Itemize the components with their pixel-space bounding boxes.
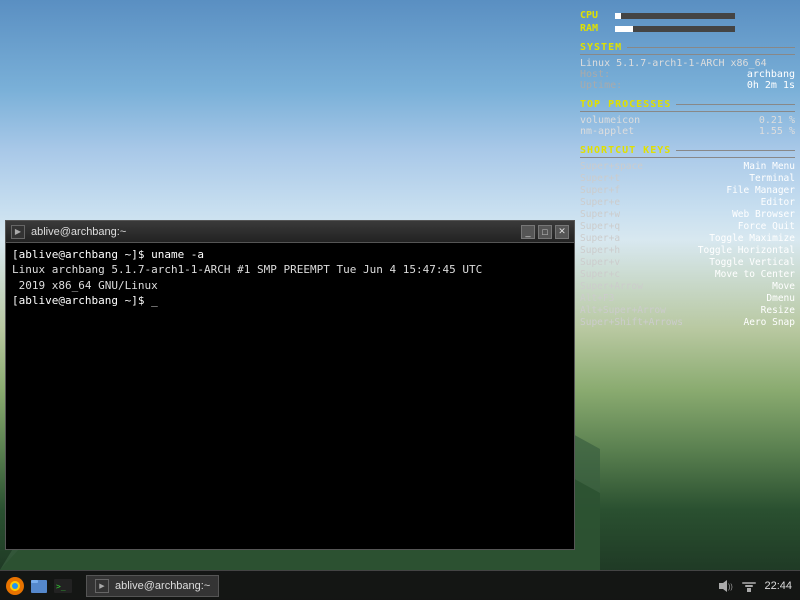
taskbar-left: >_	[0, 575, 78, 597]
system-uptime-row: Uptime: 0h 2m 1s	[580, 80, 795, 91]
host-value: archbang	[747, 69, 795, 80]
host-label: Host:	[580, 69, 610, 80]
shortcut-row-2: Super+f File Manager	[580, 185, 795, 196]
system-panel: CPU RAM SYSTEM Linux 5.1.7-arch1-1-ARCH …	[580, 10, 795, 336]
process-row-0: volumeicon 0.21 %	[580, 115, 795, 126]
volume-icon[interactable]: ))	[716, 577, 734, 595]
uptime-label: Uptime:	[580, 80, 622, 91]
term-line-1: Linux archbang 5.1.7-arch1-1-ARCH #1 SMP…	[12, 262, 568, 277]
cpu-label: CPU	[580, 10, 610, 21]
uptime-value: 0h 2m 1s	[747, 80, 795, 91]
taskbar-window-app-icon: ▶	[95, 579, 109, 593]
shortcut-row-3: Super+e Editor	[580, 197, 795, 208]
system-host-row: Host: archbang	[580, 69, 795, 80]
process-name-0: volumeicon	[580, 115, 640, 126]
shortcut-row-5: Super+q Force Quit	[580, 221, 795, 232]
cpu-bar-container	[615, 13, 735, 19]
terminal-body[interactable]: [ablive@archbang ~]$ uname -a Linux arch…	[6, 243, 574, 549]
terminal-titlebar: ▶ ablive@archbang:~ _ □ ✕	[6, 221, 574, 243]
network-icon[interactable]	[740, 577, 758, 595]
process-pct-1: 1.55 %	[759, 126, 795, 137]
minimize-button[interactable]: _	[521, 225, 535, 239]
shortcut-keys-section: SHORTCUT KEYS Super+space Main Menu Supe…	[580, 145, 795, 328]
process-pct-0: 0.21 %	[759, 115, 795, 126]
taskbar-tray: )) 22:44	[708, 577, 800, 595]
shortcut-row-1: Super+t Terminal	[580, 173, 795, 184]
shortcut-row-0: Super+space Main Menu	[580, 161, 795, 172]
shortcut-row-7: Super+h Toggle Horizontal	[580, 245, 795, 256]
terminal-window: ▶ ablive@archbang:~ _ □ ✕ [ablive@archba…	[5, 220, 575, 550]
ram-label: RAM	[580, 23, 610, 34]
term-line-0: [ablive@archbang ~]$ uname -a	[12, 247, 568, 262]
cpu-bar-fill	[615, 13, 621, 19]
shortcut-row-12: Alt+Super+Arrow Resize	[580, 305, 795, 316]
svg-text:>_: >_	[56, 582, 66, 591]
ram-bar-container	[615, 26, 735, 32]
shortcut-row-13: Super+Shift+Arrows Aero Snap	[580, 317, 795, 328]
term-line-2: 2019 x86_64 GNU/Linux	[12, 278, 568, 293]
taskbar-window-title: ablive@archbang:~	[115, 580, 210, 592]
system-header: SYSTEM	[580, 42, 795, 55]
taskbar: >_ ▶ ablive@archbang:~ ))	[0, 570, 800, 600]
process-name-1: nm-applet	[580, 126, 634, 137]
svg-text:)): ))	[728, 584, 733, 591]
shortcut-row-4: Super+w Web Browser	[580, 209, 795, 220]
system-kernel: Linux 5.1.7-arch1-1-ARCH x86_64	[580, 58, 795, 69]
taskbar-window-button[interactable]: ▶ ablive@archbang:~	[86, 575, 219, 597]
top-processes-section: TOP PROCESSES volumeicon 0.21 % nm-apple…	[580, 99, 795, 137]
firefox-icon[interactable]	[4, 575, 26, 597]
terminal-taskbar-icon[interactable]: >_	[52, 575, 74, 597]
shortcut-row-10: Super+Arrow Move	[580, 281, 795, 292]
cpu-section: CPU RAM	[580, 10, 795, 34]
system-clock: 22:44	[764, 580, 792, 592]
close-button[interactable]: ✕	[555, 225, 569, 239]
terminal-title: ablive@archbang:~	[31, 226, 521, 238]
term-line-3: [ablive@archbang ~]$ _	[12, 293, 568, 308]
shortcut-row-9: Super+c Move to Center	[580, 269, 795, 280]
terminal-controls: _ □ ✕	[521, 225, 569, 239]
shortcut-keys-header: SHORTCUT KEYS	[580, 145, 795, 158]
terminal-window-icon: ▶	[11, 225, 25, 239]
process-row-1: nm-applet 1.55 %	[580, 126, 795, 137]
shortcut-row-6: Super+a Toggle Maximize	[580, 233, 795, 244]
shortcut-row-8: Super+v Toggle Vertical	[580, 257, 795, 268]
files-icon[interactable]	[28, 575, 50, 597]
maximize-button[interactable]: □	[538, 225, 552, 239]
shortcut-row-11: Alt+F3 Dmenu	[580, 293, 795, 304]
top-processes-header: TOP PROCESSES	[580, 99, 795, 112]
desktop: CPU RAM SYSTEM Linux 5.1.7-arch1-1-ARCH …	[0, 0, 800, 600]
system-section: SYSTEM Linux 5.1.7-arch1-1-ARCH x86_64 H…	[580, 42, 795, 91]
ram-bar-fill	[615, 26, 633, 32]
